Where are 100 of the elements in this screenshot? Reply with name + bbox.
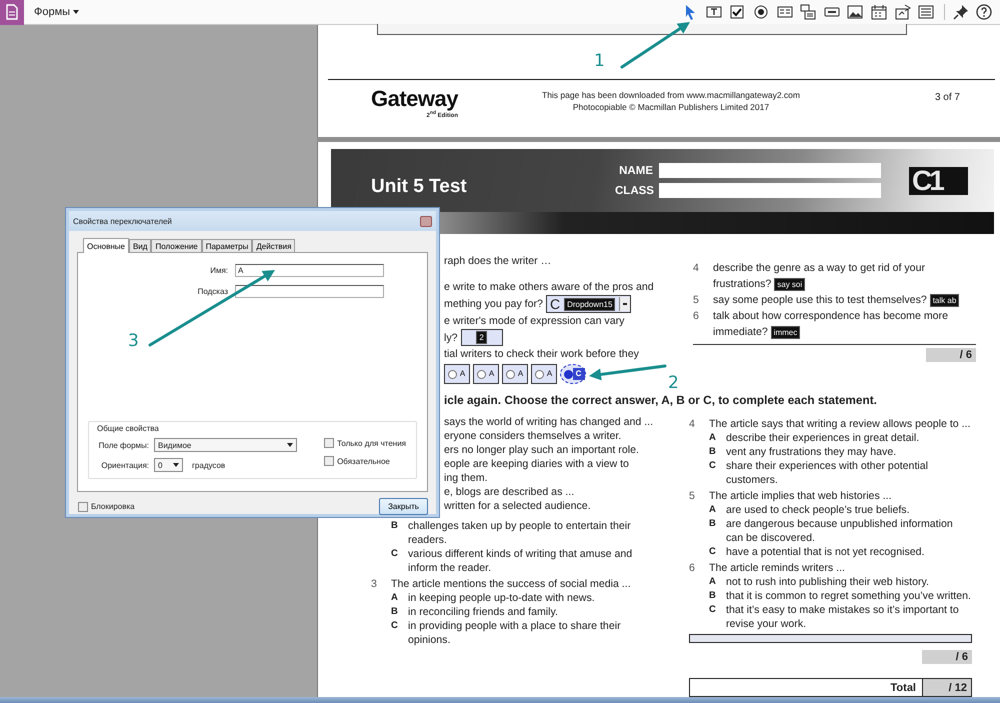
text-field-icon[interactable]: [706, 4, 722, 20]
question-text: e writer's mode of expression can vary: [444, 314, 624, 329]
dropdown-icon[interactable]: [800, 4, 816, 20]
field-label: Имя:: [210, 266, 228, 275]
option-letter: A: [708, 575, 717, 589]
annotation-number: 3: [128, 331, 139, 351]
forms-menu[interactable]: Формы: [30, 4, 86, 20]
option-letter: C: [708, 603, 717, 617]
dropdown-field[interactable]: 0: [154, 458, 183, 472]
option-text: in providing people with a place to share their opinions.: [408, 619, 622, 647]
close-button[interactable]: Закрыть: [379, 498, 428, 515]
question-number: 6: [693, 309, 700, 324]
field-label: Ориентация:: [100, 460, 149, 470]
question-text: e, blogs are described as ...: [444, 485, 574, 499]
text-field[interactable]: 2: [460, 329, 503, 346]
total-score: / 12: [922, 679, 971, 696]
option-letter: C: [708, 459, 717, 473]
option-letter: A: [390, 591, 399, 605]
question-text: written for a selected audience.: [444, 499, 591, 513]
annotation-arrow: [620, 22, 690, 68]
annotation-number: 2: [668, 373, 679, 393]
footer-text: Photocopiable © Macmillan Publishers Limited 2017: [572, 101, 770, 113]
close-icon[interactable]: [420, 216, 432, 226]
option-text: in keeping people up-to-date with news.: [408, 591, 596, 605]
document-icon[interactable]: [0, 0, 24, 24]
question-text: describe the genre as a way to get rid of your frustrations? say soi: [713, 261, 926, 292]
checkbox-icon[interactable]: [729, 4, 746, 20]
question-number: 5: [693, 293, 700, 308]
option-letter: C: [390, 619, 399, 633]
input-field[interactable]: [235, 285, 384, 298]
calendar-icon[interactable]: [871, 4, 888, 20]
option-letter: C: [708, 545, 717, 559]
radio-button-icon[interactable]: [753, 4, 770, 20]
score-box: / 6: [926, 348, 976, 362]
page-number: 3 of 7: [934, 92, 960, 103]
tab[interactable]: Вид: [128, 239, 152, 252]
question-number: 6: [689, 561, 696, 575]
radio-button[interactable]: A: [502, 364, 528, 384]
question-text: ers no longer play such an important role.: [444, 443, 639, 457]
tab[interactable]: Основные: [83, 238, 129, 253]
checkbox-label: Обязательное: [337, 456, 390, 466]
option-letter: B: [390, 605, 399, 619]
radio-button[interactable]: C: [560, 364, 586, 384]
name-field[interactable]: [659, 163, 881, 178]
option-letter: A: [708, 503, 717, 517]
form-field[interactable]: [689, 634, 972, 643]
form-field[interactable]: [377, 24, 907, 35]
footer-text: This page has been downloaded from www.macmillangateway2.com: [542, 89, 800, 101]
question-text: mething you pay for?: [444, 297, 543, 312]
option-text: are dangerous because unpublished information can be discovered.: [726, 517, 954, 545]
question-text: e write to make others aware of the pros and: [444, 280, 654, 295]
question-text: The article implies that web histories ...: [709, 489, 893, 503]
question-text: say some people use this to test themselves? talk ab: [713, 292, 976, 308]
option-letter: C: [390, 547, 399, 561]
question-text: talk about how correspondence has become more immediate? immec: [713, 309, 949, 340]
question-text: eople are keeping diaries with a view to: [444, 457, 629, 471]
list-box-icon[interactable]: [776, 4, 793, 20]
checkbox[interactable]: [324, 456, 334, 466]
level-logo: C1: [909, 166, 968, 194]
tab[interactable]: Положение: [151, 239, 202, 252]
radio-button[interactable]: A: [531, 364, 557, 384]
dropdown-field[interactable]: C Dropdown15: [546, 295, 632, 313]
radio-button[interactable]: A: [473, 364, 499, 384]
option-text: are used to check people’s true beliefs.: [726, 503, 911, 517]
group-title: Общие свойства: [97, 424, 160, 433]
option-text: vent any frustrations they may have.: [726, 445, 898, 459]
question-text: The article mentions the success of social media ...: [391, 577, 632, 591]
dropdown-field[interactable]: Видимое: [154, 438, 297, 452]
option-text: in reconciling friends and family.: [408, 605, 559, 619]
checkbox-label: Блокировка: [91, 502, 135, 511]
pin-icon[interactable]: [952, 4, 969, 20]
option-letter: A: [708, 431, 717, 445]
question-text: tial writers to check their work before they: [444, 347, 639, 362]
option-text: share their experiences with other potential customers.: [726, 459, 929, 487]
question-text: ly?: [444, 330, 458, 346]
question-text: raph does the writer …: [444, 254, 552, 269]
test-title: Unit 5 Test: [371, 176, 468, 198]
name-field[interactable]: [659, 183, 881, 198]
checkbox[interactable]: [78, 502, 88, 512]
question-text: eryone considers themselves a writer.: [444, 429, 622, 443]
option-letter: B: [708, 589, 717, 603]
field-label: CLASS: [615, 184, 653, 196]
field-label: NAME: [618, 164, 653, 176]
option-letter: B: [390, 519, 399, 533]
tab[interactable]: Параметры: [202, 239, 252, 252]
dialog-title: Свойства переключателей: [73, 216, 172, 226]
field-tag: Dropdown15: [564, 298, 616, 310]
help-icon[interactable]: [976, 4, 992, 20]
question-number: 4: [693, 261, 700, 276]
table-icon[interactable]: [918, 4, 934, 20]
unit-label: градусов: [192, 460, 226, 470]
checkbox[interactable]: [324, 438, 334, 448]
option-text: describe their experiences in great detail.: [726, 431, 920, 445]
total-label: Total: [890, 680, 917, 696]
field-label: Подсказ: [198, 287, 228, 296]
field-label: Поле формы:: [98, 440, 149, 450]
input-field[interactable]: A: [235, 264, 384, 277]
radio-button[interactable]: A: [444, 364, 470, 384]
tab[interactable]: Действия: [252, 239, 296, 252]
image-icon[interactable]: [847, 4, 864, 20]
